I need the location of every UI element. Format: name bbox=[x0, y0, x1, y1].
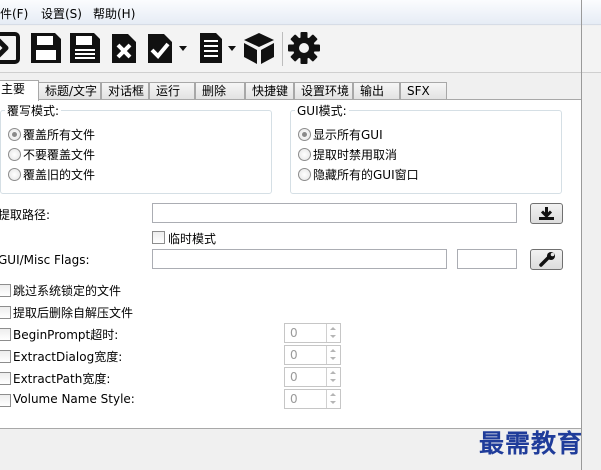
volume-name-style-value: 0 bbox=[290, 392, 298, 406]
window-border bbox=[581, 0, 582, 470]
check-icon[interactable] bbox=[146, 30, 174, 66]
menu-file[interactable]: 文件(F) bbox=[0, 5, 28, 22]
disable-cancel-radio[interactable] bbox=[298, 148, 311, 161]
menu-settings[interactable]: 设置(S) bbox=[41, 5, 82, 22]
temp-mode-checkbox[interactable] bbox=[152, 231, 165, 244]
menu-bar: 文件(F) 设置(S) 帮助(H) bbox=[0, 0, 601, 25]
check-dropdown-icon[interactable] bbox=[179, 46, 187, 51]
gui-mode-group: GUI模式: 显示所有GUI 提取时禁用取消 隐藏所有的GUI窗口 bbox=[290, 102, 562, 194]
extract-dialog-width-checkbox[interactable] bbox=[0, 350, 11, 363]
tab-environment[interactable]: 设置环境 bbox=[294, 82, 353, 99]
temp-mode-label: 临时模式 bbox=[168, 232, 217, 246]
tab-output[interactable]: 输出 bbox=[353, 82, 400, 99]
no-overwrite-label: 不要覆盖文件 bbox=[23, 148, 96, 162]
tab-bar: 主要 标题/文字 对话框 运行 删除 快捷键 设置环境 输出 SFX bbox=[0, 80, 581, 101]
tab-run[interactable]: 运行 bbox=[149, 82, 195, 99]
gui-mode-title: GUI模式: bbox=[295, 102, 349, 119]
extract-dialog-width-spinner[interactable]: 0 bbox=[284, 345, 341, 365]
spinner-arrows[interactable] bbox=[326, 390, 340, 408]
extract-dialog-width-value: 0 bbox=[290, 348, 298, 362]
extract-path-width-spinner[interactable]: 0 bbox=[284, 367, 341, 387]
volume-name-style-label: Volume Name Style: bbox=[13, 392, 135, 406]
gear-icon[interactable] bbox=[286, 30, 322, 66]
package-icon[interactable] bbox=[242, 30, 276, 66]
spinner-arrows[interactable] bbox=[326, 324, 340, 342]
overwrite-old-label: 覆盖旧的文件 bbox=[23, 168, 96, 182]
extract-path-width-checkbox[interactable] bbox=[0, 372, 11, 385]
skip-locked-checkbox[interactable] bbox=[0, 284, 11, 297]
volume-name-style-checkbox[interactable] bbox=[0, 394, 11, 407]
hide-all-gui-radio[interactable] bbox=[298, 168, 311, 181]
tab-title-text[interactable]: 标题/文字 bbox=[38, 82, 101, 99]
begin-prompt-spinner[interactable]: 0 bbox=[284, 323, 341, 343]
tab-sfx[interactable]: SFX bbox=[400, 82, 447, 99]
download-icon bbox=[539, 207, 554, 220]
list-dropdown-icon[interactable] bbox=[228, 46, 236, 51]
overwrite-all-radio[interactable] bbox=[8, 128, 21, 141]
begin-prompt-label: BeginPrompt超时: bbox=[13, 328, 119, 342]
delete-after-extract-label: 提取后删除自解压文件 bbox=[13, 306, 134, 320]
gui-flags-label: GUI/Misc Flags: bbox=[0, 253, 90, 267]
begin-prompt-value: 0 bbox=[290, 326, 298, 340]
overwrite-mode-group: 覆写模式: 覆盖所有文件 不要覆盖文件 覆盖旧的文件 bbox=[0, 102, 272, 194]
extract-path-width-value: 0 bbox=[290, 370, 298, 384]
skip-locked-label: 跳过系统锁定的文件 bbox=[13, 284, 122, 298]
toolbar bbox=[0, 26, 601, 73]
gui-flags-input[interactable] bbox=[152, 249, 447, 269]
show-all-gui-label: 显示所有GUI bbox=[313, 128, 383, 142]
edit-flags-button[interactable] bbox=[530, 249, 563, 270]
tab-shortcuts[interactable]: 快捷键 bbox=[245, 82, 294, 99]
extract-path-input[interactable] bbox=[152, 203, 517, 223]
begin-prompt-checkbox[interactable] bbox=[0, 328, 11, 341]
tab-dialog[interactable]: 对话框 bbox=[101, 82, 149, 99]
spinner-arrows[interactable] bbox=[326, 346, 340, 364]
gui-flags-input-2[interactable] bbox=[457, 249, 517, 269]
overwrite-old-radio[interactable] bbox=[8, 168, 21, 181]
extract-path-label: 提取路径: bbox=[0, 208, 51, 222]
browse-path-button[interactable] bbox=[530, 203, 563, 224]
hide-all-gui-label: 隐藏所有的GUI窗口 bbox=[313, 168, 419, 182]
list-icon[interactable] bbox=[198, 30, 224, 66]
save-icon[interactable] bbox=[29, 30, 63, 66]
next-arrow-icon[interactable] bbox=[0, 30, 22, 66]
extract-dialog-width-label: ExtractDialog宽度: bbox=[13, 350, 123, 364]
delete-after-extract-checkbox[interactable] bbox=[0, 306, 11, 319]
extract-path-width-label: ExtractPath宽度: bbox=[13, 372, 111, 386]
toolbar-separator bbox=[282, 32, 283, 66]
show-all-gui-radio[interactable] bbox=[298, 128, 311, 141]
menu-help[interactable]: 帮助(H) bbox=[93, 5, 135, 22]
volume-name-style-spinner[interactable]: 0 bbox=[284, 389, 341, 409]
disable-cancel-label: 提取时禁用取消 bbox=[313, 148, 398, 162]
main-panel: 覆写模式: 覆盖所有文件 不要覆盖文件 覆盖旧的文件 GUI模式: 显示所有GU… bbox=[0, 99, 581, 429]
tab-main[interactable]: 主要 bbox=[0, 80, 39, 101]
spinner-arrows[interactable] bbox=[326, 368, 340, 386]
overwrite-mode-title: 覆写模式: bbox=[5, 102, 62, 119]
watermark: 最需教育 bbox=[479, 429, 584, 458]
save-as-icon[interactable] bbox=[68, 30, 102, 66]
wrench-icon bbox=[539, 252, 555, 267]
delete-icon[interactable] bbox=[110, 30, 138, 66]
tab-delete[interactable]: 删除 bbox=[195, 82, 245, 99]
no-overwrite-radio[interactable] bbox=[8, 148, 21, 161]
overwrite-all-label: 覆盖所有文件 bbox=[23, 128, 96, 142]
